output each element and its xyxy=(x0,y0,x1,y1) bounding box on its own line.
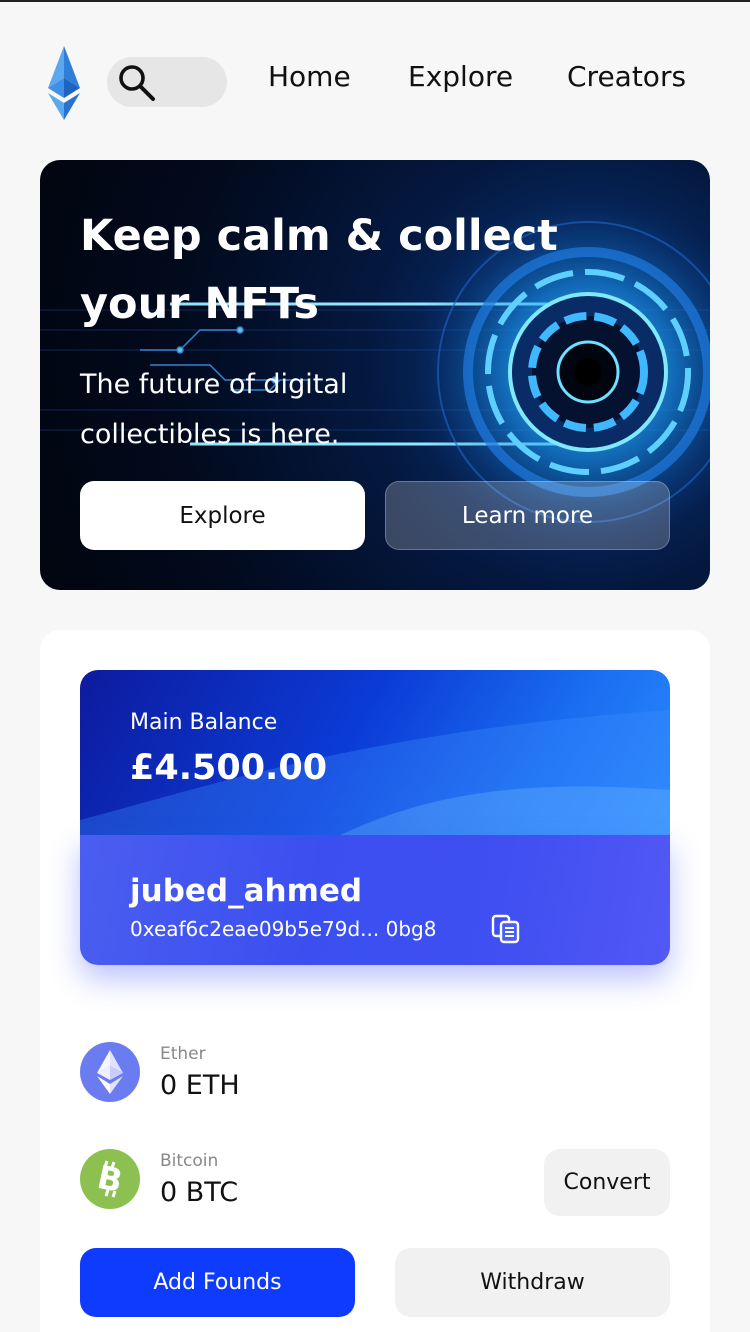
hero-banner: Keep calm & collect your NFTs The future… xyxy=(40,160,710,590)
copy-icon[interactable] xyxy=(490,913,522,945)
withdraw-button[interactable]: Withdraw xyxy=(395,1248,670,1317)
search-input[interactable] xyxy=(107,57,227,107)
balance-card: Main Balance £4.500.00 xyxy=(80,670,670,840)
account-address: 0xeaf6c2eae09b5e79d... 0bg8 xyxy=(130,917,437,941)
bitcoin-coin-name: Bitcoin xyxy=(160,1151,219,1171)
nav-home-link[interactable]: Home xyxy=(268,60,351,93)
add-founds-button[interactable]: Add Founds xyxy=(80,1248,355,1317)
hero-explore-button[interactable]: Explore xyxy=(80,481,365,550)
ethereum-icon xyxy=(80,1042,140,1102)
header: Home Explore Creators xyxy=(0,2,750,162)
ethereum-logo-icon[interactable] xyxy=(48,46,80,120)
bitcoin-icon: B xyxy=(80,1149,140,1209)
nav-creators-link[interactable]: Creators xyxy=(567,60,686,93)
balance-label: Main Balance xyxy=(130,710,278,735)
ether-coin-amount: 0 ETH xyxy=(160,1070,240,1101)
search-icon xyxy=(119,65,155,101)
convert-button[interactable]: Convert xyxy=(544,1149,670,1216)
account-name: jubed_ahmed xyxy=(130,873,363,909)
hero-title: Keep calm & collect your NFTs xyxy=(80,211,558,329)
nav-explore-link[interactable]: Explore xyxy=(408,60,513,93)
svg-text:B: B xyxy=(94,1158,126,1200)
account-card: jubed_ahmed 0xeaf6c2eae09b5e79d... 0bg8 xyxy=(80,835,670,965)
balance-value: £4.500.00 xyxy=(130,748,328,788)
bitcoin-coin-amount: 0 BTC xyxy=(160,1177,239,1208)
hero-learn-more-button[interactable]: Learn more xyxy=(385,481,670,550)
ether-coin-name: Ether xyxy=(160,1044,206,1064)
wallet-panel: Main Balance £4.500.00 jubed_ahmed 0xeaf… xyxy=(40,630,710,1332)
hero-subtitle: The future of digital collectibles is he… xyxy=(80,369,348,450)
